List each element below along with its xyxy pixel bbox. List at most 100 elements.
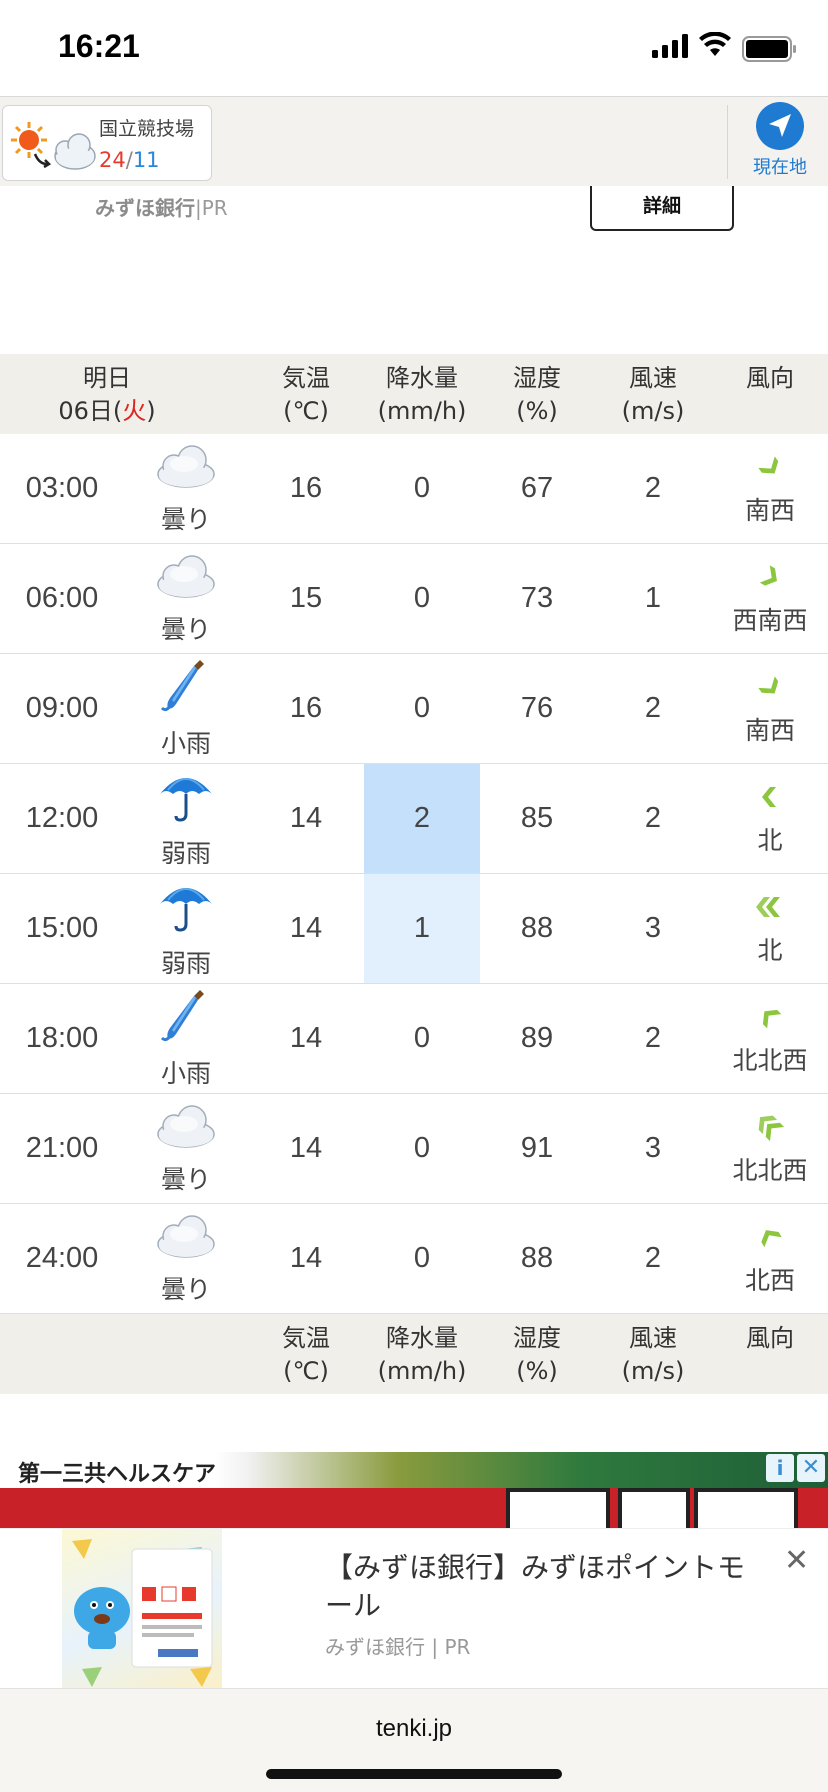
header-date-line: 06日(火) xyxy=(0,395,214,428)
banner-ad[interactable]: 第一三共ヘルスケア i ✕ xyxy=(0,1452,828,1528)
wind-arrow-icon xyxy=(758,675,779,694)
footer-direction-label: 風向 xyxy=(746,1324,794,1352)
native-ad-source: みずほ銀行 | PR xyxy=(325,1631,470,1660)
wind-direction-cell: 北北西 xyxy=(712,984,828,1093)
footer-temp-unit: (℃) xyxy=(283,1357,329,1385)
forecast-rain: 0 xyxy=(413,692,431,724)
native-ad-title[interactable]: 【みずほ銀行】みずほポイントモール xyxy=(325,1549,765,1625)
footer-humidity-unit: (%) xyxy=(516,1357,558,1385)
header-temp-unit: (℃) xyxy=(283,397,329,425)
footer-wind-label: 風速 xyxy=(629,1324,677,1352)
weather-label: 弱雨 xyxy=(160,948,211,978)
weather-label: 弱雨 xyxy=(160,838,211,868)
banner-brand: 第一三共ヘルスケア xyxy=(18,1462,217,1487)
forecast-wind: 2 xyxy=(644,692,662,724)
forecast-humidity: 88 xyxy=(520,1242,554,1274)
header-temp-label: 気温 xyxy=(282,364,330,392)
wind-direction-label: 北 xyxy=(757,935,783,965)
forecast-humidity: 88 xyxy=(520,912,554,944)
forecast-time: 03:00 xyxy=(25,472,99,504)
forecast-humidity: 73 xyxy=(520,582,554,614)
weather-cell: 曇り xyxy=(136,1204,236,1313)
closed-umbrella-icon xyxy=(154,988,218,1052)
forecast-humidity: 67 xyxy=(520,472,554,504)
cloud-icon xyxy=(154,442,218,498)
ad-detail-button[interactable]: 詳細 xyxy=(590,186,734,231)
forecast-rain: 0 xyxy=(413,472,431,504)
umbrella-icon xyxy=(154,878,218,942)
header-date: 明日 06日(火) xyxy=(0,362,214,428)
forecast-row: 03:00 曇り 16 0 67 2 南西 xyxy=(0,434,828,544)
current-location-button[interactable]: 現在地 xyxy=(748,101,812,183)
table-footer: 気温 (℃) 降水量 (mm/h) 湿度 (%) 風速 (m/s) 風向 xyxy=(0,1314,828,1394)
wind-direction-cell: 南西 xyxy=(712,434,828,543)
forecast-row: 12:00 弱雨 14 2 85 2 北 xyxy=(0,764,828,874)
wind-arrow-icon xyxy=(756,896,780,917)
banner-tile xyxy=(506,1488,610,1528)
footer-rain-label: 降水量 xyxy=(386,1324,458,1352)
battery-icon xyxy=(742,36,796,62)
ad-close-icon[interactable]: ✕ xyxy=(797,1454,825,1482)
wind-direction-label: 北北西 xyxy=(732,1045,808,1075)
wind-direction-cell: 西南西 xyxy=(712,544,828,653)
footer-direction: 風向 xyxy=(712,1322,828,1355)
wind-arrow-icon xyxy=(762,786,776,807)
forecast-wind: 3 xyxy=(644,912,662,944)
wind-direction-cell: 北西 xyxy=(712,1204,828,1313)
forecast-rain: 0 xyxy=(413,582,431,614)
header-rain-label: 降水量 xyxy=(386,364,458,392)
header-divider xyxy=(727,105,728,179)
header-rain: 降水量 (mm/h) xyxy=(364,362,480,428)
native-ad-close-icon[interactable]: ✕ xyxy=(784,1543,809,1578)
forecast-temp: 14 xyxy=(289,912,323,944)
cloud-icon xyxy=(154,1212,218,1268)
forecast-time: 21:00 xyxy=(25,1132,99,1164)
forecast-wind: 2 xyxy=(644,1242,662,1274)
ad-source-separator: | xyxy=(195,196,202,220)
footer-humidity-label: 湿度 xyxy=(513,1324,561,1352)
forecast-wind: 3 xyxy=(644,1132,662,1164)
native-ad-source-name: みずほ銀行 xyxy=(325,1635,425,1659)
forecast-rain: 0 xyxy=(413,1132,431,1164)
footer-temp-label: 気温 xyxy=(282,1324,330,1352)
temp-min: 11 xyxy=(132,148,160,172)
wind-direction-cell: 北 xyxy=(712,764,828,873)
native-ad-source-pr: PR xyxy=(444,1635,471,1659)
forecast-row: 21:00 曇り 14 0 91 3 北北西 xyxy=(0,1094,828,1204)
wind-direction-label: 北 xyxy=(757,825,783,855)
header-humidity-label: 湿度 xyxy=(513,364,561,392)
forecast-time: 06:00 xyxy=(25,582,99,614)
browser-url-bar[interactable]: tenki.jp xyxy=(0,1688,828,1792)
status-time: 16:21 xyxy=(58,28,140,64)
forecast-wind: 2 xyxy=(644,472,662,504)
footer-rain: 降水量 (mm/h) xyxy=(364,1322,480,1388)
header-date-close: ) xyxy=(146,397,156,425)
sunny-then-cloudy-icon xyxy=(11,122,96,170)
weather-label: 曇り xyxy=(160,504,211,534)
ad-source-pr: PR xyxy=(201,196,228,220)
forecast-humidity: 85 xyxy=(520,802,554,834)
spot-temps: 24/11 xyxy=(99,148,160,172)
wind-direction-cell: 北北西 xyxy=(712,1094,828,1203)
weather-label: 曇り xyxy=(160,1164,211,1194)
weather-label: 小雨 xyxy=(160,728,211,758)
spot-card[interactable]: 国立競技場 24/11 xyxy=(2,105,212,181)
home-indicator[interactable] xyxy=(266,1769,562,1779)
ad-info-icon[interactable]: i xyxy=(766,1454,794,1482)
forecast-rain: 1 xyxy=(364,874,480,983)
url-text[interactable]: tenki.jp xyxy=(0,1715,828,1743)
banner-tile xyxy=(618,1488,690,1528)
weather-label: 曇り xyxy=(160,1274,211,1304)
native-ad-source-separator: | xyxy=(431,1635,439,1659)
forecast-rain: 2 xyxy=(364,764,480,873)
hourly-forecast-table: 明日 06日(火) 気温 (℃) 降水量 (mm/h) 湿度 (%) 風速 (m… xyxy=(0,354,828,1394)
location-arrow-icon xyxy=(756,102,804,150)
top-ad: みずほ銀行|PR 詳細 xyxy=(0,186,828,354)
header-weekday: 火 xyxy=(122,397,147,425)
wifi-icon xyxy=(699,32,731,56)
native-ad[interactable]: 【みずほ銀行】みずほポイントモール みずほ銀行 | PR ✕ xyxy=(0,1528,828,1689)
forecast-temp: 14 xyxy=(289,1132,323,1164)
forecast-time: 15:00 xyxy=(25,912,99,944)
weather-cell: 曇り xyxy=(136,1094,236,1203)
forecast-humidity: 89 xyxy=(520,1022,554,1054)
